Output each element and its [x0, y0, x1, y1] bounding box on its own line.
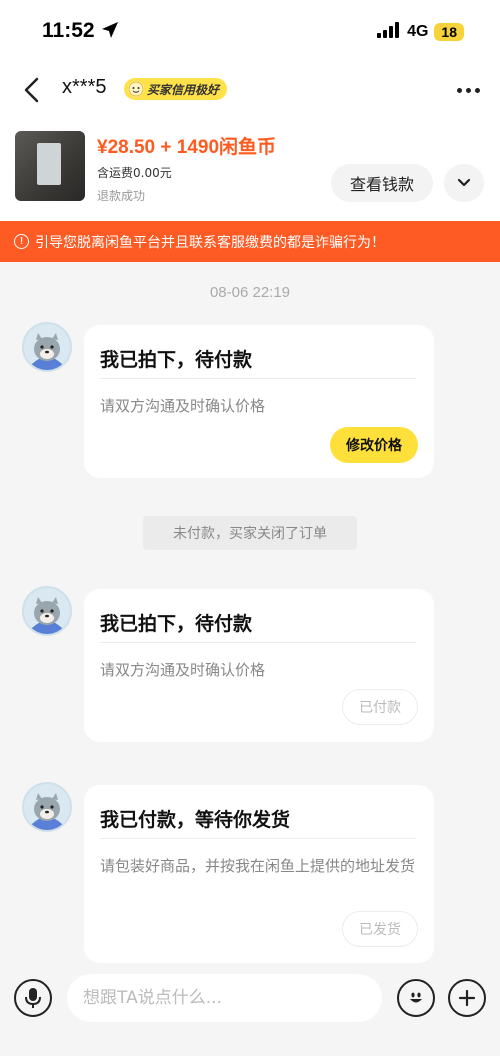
message-card: 我已付款，等待你发货 请包装好商品，并按我在闲鱼上提供的地址发货 已发货: [84, 785, 434, 963]
more-icon[interactable]: [457, 88, 480, 93]
message-input[interactable]: [67, 974, 382, 1022]
input-bar: [0, 964, 500, 1056]
status-bar: 11:52 4G 18: [0, 0, 500, 66]
product-bar: ¥28.50 + 1490闲鱼币 含运费0.00元 退款成功 查看钱款: [0, 114, 500, 221]
emoji-icon[interactable]: [397, 979, 435, 1017]
signal-icon: [377, 22, 401, 42]
message-title: 我已付款，等待你发货: [100, 809, 291, 831]
warning-text: 引导您脱离闲鱼平台并且联系客服缴费的都是诈骗行为！: [35, 234, 385, 251]
chevron-down-icon[interactable]: [444, 164, 484, 202]
divider: [100, 378, 416, 379]
back-icon[interactable]: [20, 76, 46, 104]
fraud-warning-banner: ! 引导您脱离闲鱼平台并且联系客服缴费的都是诈骗行为！: [0, 221, 500, 262]
status-time: 11:52: [42, 19, 95, 42]
system-message: 未付款，买家关闭了订单: [143, 516, 357, 550]
network-label: 4G: [407, 23, 429, 40]
product-thumbnail[interactable]: [15, 131, 85, 201]
plus-icon[interactable]: [448, 979, 486, 1017]
message-title: 我已拍下，待付款: [100, 349, 253, 371]
order-status: 退款成功: [97, 189, 146, 203]
message-card: 我已拍下，待付款 请双方沟通及时确认价格 已付款: [84, 589, 434, 742]
message-description: 请双方沟通及时确认价格: [100, 397, 266, 415]
shipping-fee: 含运费0.00元: [97, 166, 172, 180]
location-arrow-icon: [100, 20, 120, 44]
avatar[interactable]: [22, 322, 72, 372]
modify-price-button[interactable]: 修改价格: [330, 427, 418, 463]
credit-badge-label: 买家信用极好: [147, 82, 220, 97]
message-card: 我已拍下，待付款 请双方沟通及时确认价格 修改价格: [84, 325, 434, 478]
message-title: 我已拍下，待付款: [100, 613, 253, 635]
view-funds-button[interactable]: 查看钱款: [331, 164, 433, 202]
user-name[interactable]: x***5: [62, 76, 106, 99]
chat-header: x***5 买家信用极好: [0, 66, 500, 114]
battery-indicator: 18: [434, 23, 464, 41]
shipped-button[interactable]: 已发货: [342, 911, 418, 947]
divider: [100, 642, 416, 643]
microphone-icon[interactable]: [14, 979, 52, 1017]
message-description: 请双方沟通及时确认价格: [100, 661, 266, 679]
smile-face-icon: [128, 81, 144, 97]
product-price: ¥28.50 + 1490闲鱼币: [97, 137, 277, 158]
divider: [100, 838, 416, 839]
status-indicators: 4G 18: [377, 22, 464, 42]
avatar[interactable]: [22, 586, 72, 636]
message-description: 请包装好商品，并按我在闲鱼上提供的地址发货: [100, 857, 416, 875]
credit-badge: 买家信用极好: [124, 78, 228, 100]
warning-icon: !: [14, 234, 29, 249]
avatar[interactable]: [22, 782, 72, 832]
paid-button[interactable]: 已付款: [342, 689, 418, 725]
chat-timestamp: 08-06 22:19: [209, 284, 291, 301]
